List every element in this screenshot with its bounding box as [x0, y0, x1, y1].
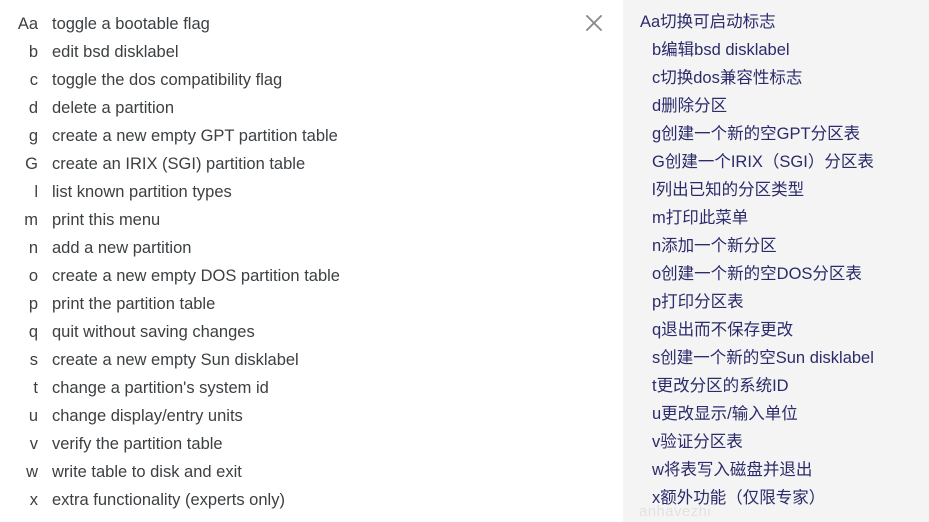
menu-description: create a new empty DOS partition table: [52, 267, 340, 285]
menu-key: q: [28, 323, 38, 341]
menu-key: m: [24, 211, 38, 229]
menu-key: v: [29, 435, 38, 453]
menu-description: change a partition's system id: [52, 379, 269, 397]
menu-key: o: [28, 267, 38, 285]
menu-key: u: [28, 407, 38, 425]
source-text-panel: Aa toggle a bootable flag b edit bsd dis…: [0, 0, 623, 522]
menu-description: create a new empty Sun disklabel: [52, 351, 299, 369]
source-menu-list: Aa toggle a bootable flag b edit bsd dis…: [0, 10, 623, 514]
list-item: v verify the partition table: [0, 430, 623, 458]
menu-description: edit bsd disklabel: [52, 43, 179, 61]
list-item: q退出而不保存更改: [652, 321, 794, 339]
list-item: q quit without saving changes: [0, 318, 623, 346]
list-item: G create an IRIX (SGI) partition table: [0, 150, 623, 178]
translated-text-panel: Aa切换可启动标志 b编辑bsd disklabel c切换dos兼容性标志 d…: [623, 0, 929, 522]
list-item: d删除分区: [652, 97, 728, 115]
list-item: l list known partition types: [0, 178, 623, 206]
list-item: s创建一个新的空Sun disklabel: [652, 349, 874, 367]
list-item: b edit bsd disklabel: [0, 38, 623, 66]
list-item: l列出已知的分区类型: [652, 181, 805, 199]
list-item: w将表写入磁盘并退出: [652, 461, 813, 479]
list-item: p print the partition table: [0, 290, 623, 318]
list-item: v验证分区表: [652, 433, 743, 451]
menu-key: g: [28, 127, 38, 145]
menu-key: b: [28, 43, 38, 61]
list-item: o create a new empty DOS partition table: [0, 262, 623, 290]
menu-key: t: [33, 379, 38, 397]
list-item: b编辑bsd disklabel: [652, 41, 790, 59]
translation-compare-view: Aa toggle a bootable flag b edit bsd dis…: [0, 0, 929, 522]
menu-description: add a new partition: [52, 239, 192, 257]
list-item: n add a new partition: [0, 234, 623, 262]
menu-key: G: [25, 155, 38, 173]
list-item: o创建一个新的空DOS分区表: [652, 265, 862, 283]
menu-description: print the partition table: [52, 295, 216, 313]
menu-key: c: [29, 71, 38, 89]
list-item: u更改显示/输入单位: [652, 405, 798, 423]
list-item: Aa切换可启动标志: [640, 13, 776, 31]
menu-key: w: [26, 463, 38, 481]
list-item: t更改分区的系统ID: [652, 377, 789, 395]
list-item: m print this menu: [0, 206, 623, 234]
list-item: n添加一个新分区: [652, 237, 777, 255]
list-item: d delete a partition: [0, 94, 623, 122]
menu-key: l: [34, 183, 38, 201]
menu-description: print this menu: [52, 211, 161, 229]
menu-description: toggle the dos compatibility flag: [52, 71, 283, 89]
menu-key: d: [28, 99, 38, 117]
menu-description: delete a partition: [52, 99, 175, 117]
menu-key: s: [29, 351, 38, 369]
list-item: t change a partition's system id: [0, 374, 623, 402]
menu-description: create a new empty GPT partition table: [52, 127, 338, 145]
list-item: m打印此菜单: [652, 209, 749, 227]
menu-description: list known partition types: [52, 183, 232, 201]
list-item: w write table to disk and exit: [0, 458, 623, 486]
list-item: x extra functionality (experts only): [0, 486, 623, 514]
list-item: c切换dos兼容性标志: [652, 69, 803, 87]
list-item: p打印分区表: [652, 293, 744, 311]
menu-description: verify the partition table: [52, 435, 223, 453]
menu-key: n: [28, 239, 38, 257]
menu-description: toggle a bootable flag: [52, 15, 210, 33]
list-item: G创建一个IRIX（SGI）分区表: [652, 153, 874, 171]
menu-description: write table to disk and exit: [52, 463, 242, 481]
list-item: s create a new empty Sun disklabel: [0, 346, 623, 374]
list-item: c toggle the dos compatibility flag: [0, 66, 623, 94]
menu-key: x: [29, 491, 38, 509]
menu-description: quit without saving changes: [52, 323, 255, 341]
menu-description: create an IRIX (SGI) partition table: [52, 155, 306, 173]
list-item: x额外功能（仅限专家）: [652, 489, 826, 507]
translated-menu-list: Aa切换可启动标志 b编辑bsd disklabel c切换dos兼容性标志 d…: [623, 8, 929, 512]
menu-key: p: [28, 295, 38, 313]
menu-key: Aa: [17, 15, 38, 33]
list-item: g create a new empty GPT partition table: [0, 122, 623, 150]
list-item: u change display/entry units: [0, 402, 623, 430]
list-item: Aa toggle a bootable flag: [0, 10, 623, 38]
menu-description: extra functionality (experts only): [52, 491, 285, 509]
menu-description: change display/entry units: [52, 407, 243, 425]
list-item: g创建一个新的空GPT分区表: [652, 125, 861, 143]
